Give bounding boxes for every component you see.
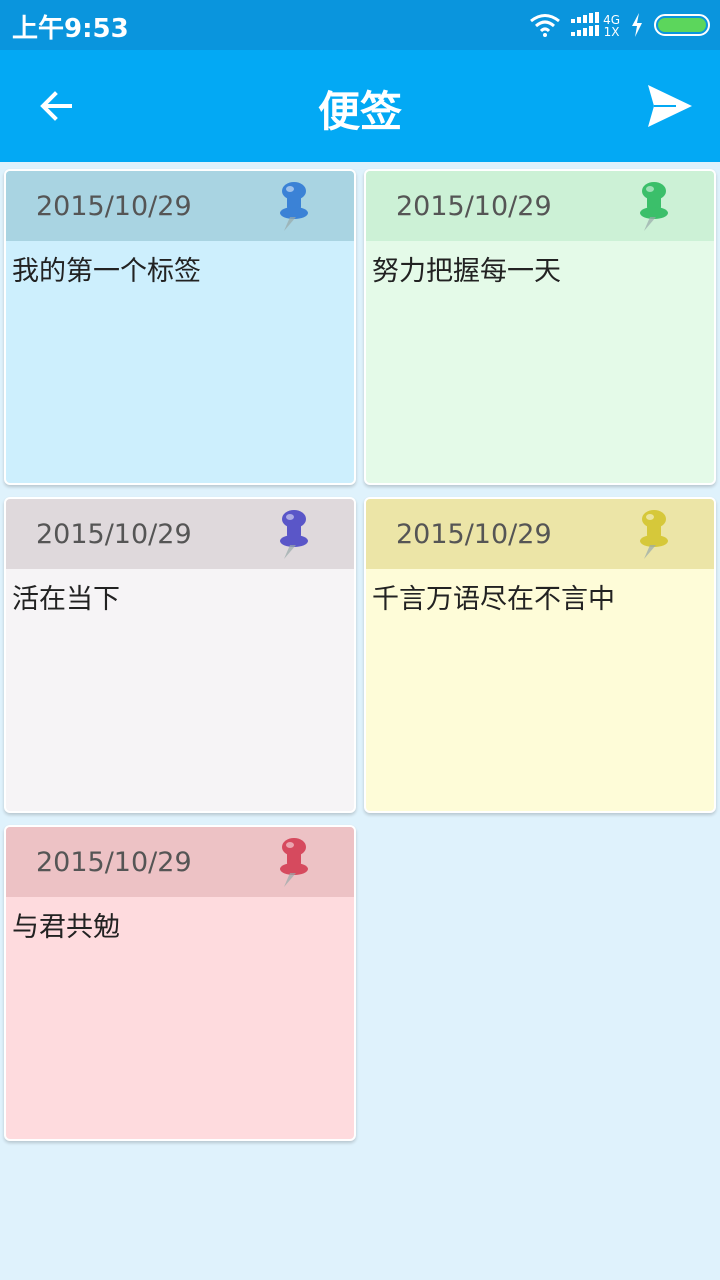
send-button[interactable] xyxy=(642,78,698,134)
status-bar: 上午9:53 4G 1X xyxy=(0,0,720,50)
battery-level xyxy=(658,18,706,32)
note-text: 我的第一个标签 xyxy=(12,256,201,287)
status-icons: 4G 1X xyxy=(529,10,710,40)
pushpin-icon xyxy=(280,182,308,231)
pushpin-icon xyxy=(280,838,308,887)
arrow-left-icon xyxy=(40,91,72,121)
note-text: 千言万语尽在不言中 xyxy=(372,584,615,615)
note-card[interactable]: 2015/10/29 我的第一个标签 xyxy=(4,169,356,485)
signal-icon xyxy=(571,12,600,36)
pushpin-icon xyxy=(280,510,308,559)
note-text: 努力把握每一天 xyxy=(372,256,561,287)
note-date: 2015/10/29 xyxy=(396,191,552,222)
note-card[interactable]: 2015/10/29 活在当下 xyxy=(4,497,356,813)
battery-icon xyxy=(654,14,710,36)
note-header: 2015/10/29 xyxy=(6,827,354,897)
note-text: 活在当下 xyxy=(12,584,120,615)
send-icon xyxy=(648,85,692,127)
note-card[interactable]: 2015/10/29 与君共勉 xyxy=(4,825,356,1141)
note-header: 2015/10/29 xyxy=(6,499,354,569)
note-card[interactable]: 2015/10/29 千言万语尽在不言中 xyxy=(364,497,716,813)
network-type-bottom: 1X xyxy=(603,25,620,39)
note-date: 2015/10/29 xyxy=(36,191,192,222)
wifi-icon xyxy=(530,14,560,37)
charging-icon xyxy=(632,13,642,37)
note-card[interactable]: 2015/10/29 努力把握每一天 xyxy=(364,169,716,485)
app-bar: 便签 xyxy=(0,50,720,162)
page-title: 便签 xyxy=(317,87,402,136)
note-text: 与君共勉 xyxy=(12,912,120,943)
note-header: 2015/10/29 xyxy=(6,171,354,241)
note-header: 2015/10/29 xyxy=(366,499,714,569)
back-button[interactable] xyxy=(30,80,82,132)
signal-block: 4G 1X xyxy=(571,12,620,38)
pushpin-icon xyxy=(640,510,668,559)
pushpin-icon xyxy=(640,182,668,231)
note-header: 2015/10/29 xyxy=(366,171,714,241)
note-date: 2015/10/29 xyxy=(36,519,192,550)
note-date: 2015/10/29 xyxy=(396,519,552,550)
note-date: 2015/10/29 xyxy=(36,847,192,878)
status-time: 上午9:53 xyxy=(12,14,129,44)
